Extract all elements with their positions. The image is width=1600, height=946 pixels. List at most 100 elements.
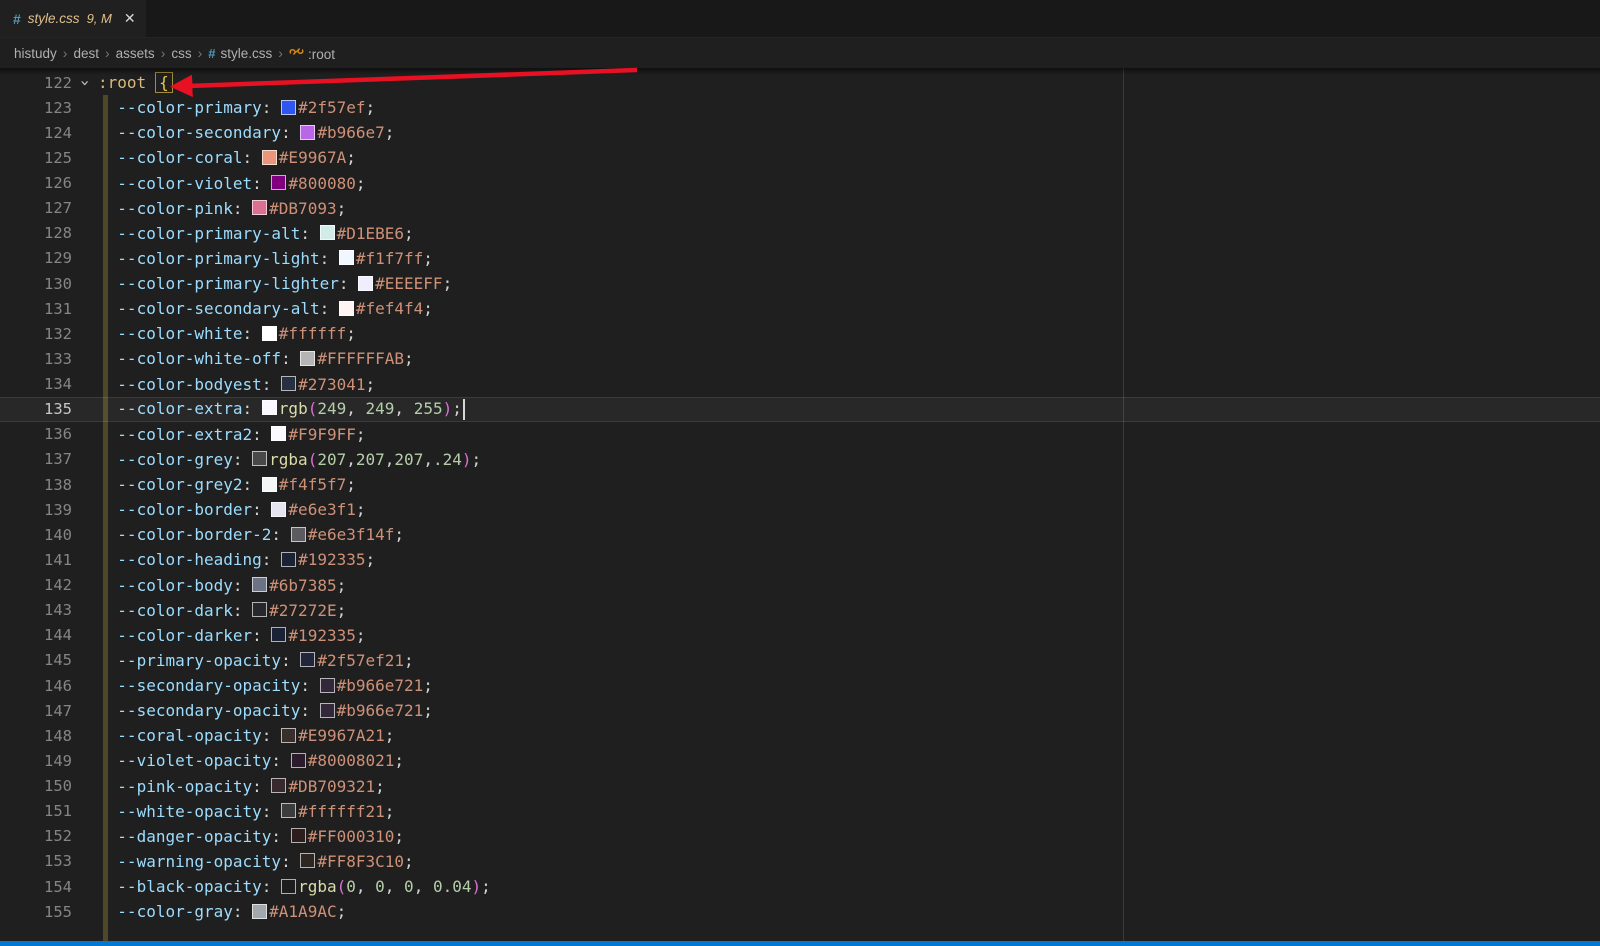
- color-swatch[interactable]: [300, 351, 315, 366]
- code-content[interactable]: --color-coral: #E9967A;: [98, 148, 356, 167]
- code-line-143[interactable]: 143--color-dark: #27272E;: [0, 598, 1600, 623]
- code-content[interactable]: --color-grey: rgba(207,207,207,.24);: [98, 450, 481, 469]
- color-swatch[interactable]: [281, 879, 296, 894]
- code-content[interactable]: --color-violet: #800080;: [98, 174, 366, 193]
- color-swatch[interactable]: [262, 326, 277, 341]
- breadcrumb-item-file[interactable]: #style.css: [207, 46, 273, 61]
- color-swatch[interactable]: [252, 577, 267, 592]
- code-line-126[interactable]: 126--color-violet: #800080;: [0, 171, 1600, 196]
- color-swatch[interactable]: [271, 502, 286, 517]
- breadcrumb-item-symbol[interactable]: :root: [288, 44, 336, 62]
- code-content[interactable]: --color-primary-lighter: #EEEEFF;: [98, 274, 452, 293]
- color-swatch[interactable]: [281, 100, 296, 115]
- color-swatch[interactable]: [300, 853, 315, 868]
- color-swatch[interactable]: [281, 728, 296, 743]
- color-swatch[interactable]: [291, 828, 306, 843]
- color-swatch[interactable]: [358, 276, 373, 291]
- color-swatch[interactable]: [281, 803, 296, 818]
- code-content[interactable]: --color-body: #6b7385;: [98, 576, 346, 595]
- code-line-141[interactable]: 141--color-heading: #192335;: [0, 547, 1600, 572]
- code-content[interactable]: --color-border-2: #e6e3f14f;: [98, 525, 404, 544]
- color-swatch[interactable]: [262, 400, 277, 415]
- code-content[interactable]: --color-grey2: #f4f5f7;: [98, 475, 356, 494]
- breadcrumb-item-histudy[interactable]: histudy: [13, 46, 58, 61]
- color-swatch[interactable]: [252, 451, 267, 466]
- code-content[interactable]: --color-secondary-alt: #fef4f4;: [98, 299, 433, 318]
- color-swatch[interactable]: [281, 552, 296, 567]
- code-content[interactable]: --violet-opacity: #80008021;: [98, 751, 404, 770]
- color-swatch[interactable]: [281, 376, 296, 391]
- code-content[interactable]: --color-primary: #2f57ef;: [98, 98, 375, 117]
- code-line-146[interactable]: 146--secondary-opacity: #b966e721;: [0, 673, 1600, 698]
- code-line-132[interactable]: 132--color-white: #ffffff;: [0, 321, 1600, 346]
- code-content[interactable]: --color-gray: #A1A9AC;: [98, 902, 346, 921]
- code-content[interactable]: --color-primary-light: #f1f7ff;: [98, 249, 433, 268]
- code-content[interactable]: --color-bodyest: #273041;: [98, 375, 375, 394]
- code-line-142[interactable]: 142--color-body: #6b7385;: [0, 573, 1600, 598]
- code-line-131[interactable]: 131--color-secondary-alt: #fef4f4;: [0, 296, 1600, 321]
- breadcrumb-item-css[interactable]: css: [170, 46, 192, 61]
- code-line-144[interactable]: 144--color-darker: #192335;: [0, 623, 1600, 648]
- code-line-140[interactable]: 140--color-border-2: #e6e3f14f;: [0, 522, 1600, 547]
- close-icon[interactable]: ✕: [124, 10, 136, 27]
- code-line-135[interactable]: 135--color-extra: rgb(249, 249, 255);: [0, 397, 1600, 422]
- code-line-137[interactable]: 137--color-grey: rgba(207,207,207,.24);: [0, 447, 1600, 472]
- breadcrumb-item-assets[interactable]: assets: [115, 46, 156, 61]
- code-line-127[interactable]: 127--color-pink: #DB7093;: [0, 196, 1600, 221]
- breadcrumb-item-dest[interactable]: dest: [72, 46, 100, 61]
- color-swatch[interactable]: [262, 477, 277, 492]
- code-line-134[interactable]: 134--color-bodyest: #273041;: [0, 372, 1600, 397]
- code-line-153[interactable]: 153--warning-opacity: #FF8F3C10;: [0, 849, 1600, 874]
- code-line-151[interactable]: 151--white-opacity: #ffffff21;: [0, 799, 1600, 824]
- code-content[interactable]: --black-opacity: rgba(0, 0, 0, 0.04);: [98, 877, 491, 896]
- code-editor[interactable]: 122›:root{123--color-primary: #2f57ef;12…: [0, 68, 1600, 941]
- code-content[interactable]: --color-border: #e6e3f1;: [98, 500, 366, 519]
- code-content[interactable]: --color-heading: #192335;: [98, 550, 375, 569]
- code-content[interactable]: --color-darker: #192335;: [98, 626, 366, 645]
- tab-style-css[interactable]: # style.css 9, M ✕: [0, 0, 146, 37]
- code-line-149[interactable]: 149--violet-opacity: #80008021;: [0, 748, 1600, 773]
- code-line-154[interactable]: 154--black-opacity: rgba(0, 0, 0, 0.04);: [0, 874, 1600, 899]
- code-line-145[interactable]: 145--primary-opacity: #2f57ef21;: [0, 648, 1600, 673]
- code-content[interactable]: --color-primary-alt: #D1EBE6;: [98, 224, 414, 243]
- code-line-128[interactable]: 128--color-primary-alt: #D1EBE6;: [0, 221, 1600, 246]
- code-content[interactable]: --color-dark: #27272E;: [98, 601, 346, 620]
- code-content[interactable]: --color-extra2: #F9F9FF;: [98, 425, 366, 444]
- code-line-155[interactable]: 155--color-gray: #A1A9AC;: [0, 899, 1600, 924]
- code-line-125[interactable]: 125--color-coral: #E9967A;: [0, 145, 1600, 170]
- color-swatch[interactable]: [300, 125, 315, 140]
- color-swatch[interactable]: [271, 778, 286, 793]
- code-line-129[interactable]: 129--color-primary-light: #f1f7ff;: [0, 246, 1600, 271]
- code-line-123[interactable]: 123--color-primary: #2f57ef;: [0, 95, 1600, 120]
- code-line-138[interactable]: 138--color-grey2: #f4f5f7;: [0, 472, 1600, 497]
- color-swatch[interactable]: [252, 602, 267, 617]
- code-content[interactable]: --color-extra: rgb(249, 249, 255);: [98, 399, 465, 420]
- color-swatch[interactable]: [320, 678, 335, 693]
- color-swatch[interactable]: [339, 301, 354, 316]
- code-content[interactable]: --warning-opacity: #FF8F3C10;: [98, 852, 414, 871]
- color-swatch[interactable]: [271, 426, 286, 441]
- color-swatch[interactable]: [271, 175, 286, 190]
- color-swatch[interactable]: [320, 225, 335, 240]
- color-swatch[interactable]: [291, 527, 306, 542]
- color-swatch[interactable]: [252, 904, 267, 919]
- code-line-139[interactable]: 139--color-border: #e6e3f1;: [0, 497, 1600, 522]
- code-line-133[interactable]: 133--color-white-off: #FFFFFFAB;: [0, 346, 1600, 371]
- code-content[interactable]: --color-secondary: #b966e7;: [98, 123, 394, 142]
- code-line-124[interactable]: 124--color-secondary: #b966e7;: [0, 120, 1600, 145]
- code-content[interactable]: :root{: [98, 73, 173, 92]
- color-swatch[interactable]: [339, 250, 354, 265]
- code-content[interactable]: --pink-opacity: #DB709321;: [98, 777, 385, 796]
- code-line-130[interactable]: 130--color-primary-lighter: #EEEEFF;: [0, 271, 1600, 296]
- color-swatch[interactable]: [300, 652, 315, 667]
- code-line-150[interactable]: 150--pink-opacity: #DB709321;: [0, 774, 1600, 799]
- code-line-147[interactable]: 147--secondary-opacity: #b966e721;: [0, 698, 1600, 723]
- code-content[interactable]: --secondary-opacity: #b966e721;: [98, 676, 433, 695]
- code-content[interactable]: --white-opacity: #ffffff21;: [98, 802, 394, 821]
- color-swatch[interactable]: [262, 150, 277, 165]
- code-content[interactable]: --color-white: #ffffff;: [98, 324, 356, 343]
- code-content[interactable]: --color-pink: #DB7093;: [98, 199, 346, 218]
- code-content[interactable]: --coral-opacity: #E9967A21;: [98, 726, 394, 745]
- fold-toggle[interactable]: ›: [72, 73, 98, 92]
- code-line-136[interactable]: 136--color-extra2: #F9F9FF;: [0, 422, 1600, 447]
